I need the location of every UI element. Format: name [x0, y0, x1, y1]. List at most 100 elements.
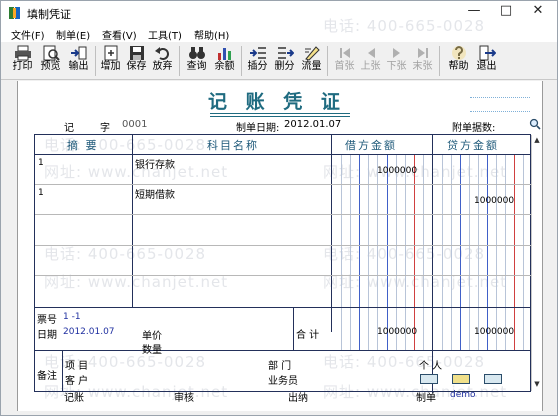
- card-icon[interactable]: [420, 374, 438, 384]
- remark-divider: [62, 350, 63, 392]
- preparer-name: demo: [450, 390, 476, 400]
- preview-label: 预览: [40, 61, 61, 72]
- remark-label: 备注: [37, 371, 57, 382]
- menu-view[interactable]: 查看(V): [102, 27, 137, 42]
- bar-chart-icon: [217, 48, 231, 60]
- search-icon[interactable]: [529, 118, 541, 130]
- cashflow-icon: [304, 46, 320, 61]
- ticket-value: 1 -1: [63, 312, 81, 322]
- save-icon: [129, 46, 144, 60]
- row-divider: [35, 245, 532, 246]
- printer-icon: [14, 45, 31, 61]
- print-label: 打印: [12, 61, 33, 72]
- individual-label: 个 人: [419, 361, 443, 372]
- menu-tools[interactable]: 工具(T): [148, 27, 182, 42]
- toolbar-separator: [327, 46, 328, 76]
- salesperson-label: 业务员: [268, 376, 298, 387]
- entry-account[interactable]: 短期借款: [135, 186, 175, 201]
- delete-entry-button[interactable]: 删分: [273, 44, 296, 77]
- menu-bar: 文件(F) 制单(E) 查看(V) 工具(T) 帮助(H): [1, 25, 557, 42]
- scroll-up-icon[interactable]: ▲: [532, 135, 542, 145]
- column-divider: [432, 135, 433, 393]
- last-voucher-button[interactable]: 末张: [411, 44, 434, 77]
- add-icon: [104, 45, 117, 61]
- exit-button[interactable]: 退出: [475, 44, 498, 77]
- cashflow-label: 流量: [301, 61, 322, 72]
- preparer-label: 制单: [416, 393, 436, 404]
- title-underline: [210, 113, 350, 114]
- date-label: 制单日期:: [236, 123, 280, 134]
- undo-icon: [154, 47, 169, 60]
- delete-row-icon: [277, 47, 294, 59]
- insert-entry-button[interactable]: 插分: [246, 44, 269, 77]
- exit-icon: [479, 45, 496, 61]
- voucher-entry-grid: 摘 要 科目名称 借方金额 贷方金额 1 银行存款 1000000 1 短期借款…: [34, 134, 532, 393]
- entry-summary[interactable]: 1: [38, 158, 44, 168]
- export-button[interactable]: 输出: [67, 44, 90, 77]
- scroll-down-icon[interactable]: ▼: [532, 379, 542, 389]
- ticket-date: 2012.01.07: [63, 327, 115, 337]
- restore-button[interactable]: □: [491, 1, 521, 23]
- menu-help[interactable]: 帮助(H): [194, 27, 229, 42]
- table-icon[interactable]: [484, 374, 502, 384]
- cashier-label: 出纳: [288, 393, 308, 404]
- total-divider: [35, 307, 532, 308]
- toolbar: 打印 预览 输出 增加 保存 放弃 查询 余额 插分 删分 流量 首张 上张 下…: [1, 42, 557, 80]
- row-divider: [35, 184, 532, 185]
- department-label: 部 门: [268, 361, 292, 372]
- print-button[interactable]: 打印: [11, 44, 34, 77]
- toolbar-separator: [439, 46, 440, 76]
- window-title: 填制凭证: [27, 8, 71, 21]
- query-label: 查询: [186, 61, 207, 72]
- row-divider: [35, 275, 532, 276]
- total-label: 合 计: [296, 330, 320, 341]
- balance-button[interactable]: 余额: [213, 44, 236, 77]
- help-button[interactable]: 帮助: [447, 44, 470, 77]
- vertical-scrollbar[interactable]: ▲ ▼: [531, 135, 541, 391]
- entry-credit[interactable]: 1000000: [474, 196, 514, 206]
- row-divider: [35, 214, 532, 215]
- attachments-label: 附单据数:: [452, 123, 496, 134]
- discard-button[interactable]: 放弃: [151, 44, 174, 77]
- ticket-date-label: 日期: [37, 330, 57, 341]
- entry-account[interactable]: 银行存款: [135, 156, 175, 171]
- ticket-label: 票号: [37, 315, 57, 326]
- menu-file[interactable]: 文件(F): [11, 27, 45, 42]
- balance-label: 余额: [214, 61, 235, 72]
- minimize-button[interactable]: —: [459, 1, 489, 23]
- exit-label: 退出: [476, 61, 497, 72]
- column-divider: [132, 135, 133, 308]
- money-icon[interactable]: [452, 374, 470, 384]
- voucher-canvas: 电话: 400-665-0028 电话: 400-665-0028 网址: ww…: [17, 17, 543, 411]
- voucher-number-label: 字: [100, 123, 110, 134]
- save-button[interactable]: 保存: [125, 44, 148, 77]
- first-icon: [339, 48, 350, 58]
- cashflow-button[interactable]: 流量: [300, 44, 323, 77]
- column-divider: [293, 308, 294, 351]
- last-icon: [417, 48, 428, 58]
- decorative-dotted-line: [470, 111, 530, 112]
- voucher-date[interactable]: 2012.01.07: [284, 119, 341, 130]
- quantity-label: 数量: [142, 345, 162, 356]
- column-divider: [331, 135, 332, 332]
- export-label: 输出: [68, 61, 89, 72]
- first-voucher-button[interactable]: 首张: [333, 44, 356, 77]
- credit-header: 贷方金额: [447, 139, 499, 152]
- voucher-number: 0001: [122, 119, 148, 130]
- query-button[interactable]: 查询: [185, 44, 208, 77]
- insert-row-icon: [249, 47, 266, 59]
- next-voucher-button[interactable]: 下张: [385, 44, 408, 77]
- entry-debit[interactable]: 1000000: [377, 166, 417, 176]
- preview-button[interactable]: 预览: [39, 44, 62, 77]
- close-button[interactable]: ✕: [523, 1, 553, 23]
- total-credit: 1000000: [474, 327, 515, 337]
- customer-label: 客 户: [65, 376, 89, 387]
- discard-label: 放弃: [152, 61, 173, 72]
- voucher-type[interactable]: 记: [64, 119, 74, 134]
- entry-summary[interactable]: 1: [38, 188, 44, 198]
- menu-voucher[interactable]: 制单(E): [56, 27, 90, 42]
- add-button[interactable]: 增加: [99, 44, 122, 77]
- title-underline: [210, 116, 350, 117]
- preview-icon: [43, 45, 60, 61]
- previous-voucher-button[interactable]: 上张: [359, 44, 382, 77]
